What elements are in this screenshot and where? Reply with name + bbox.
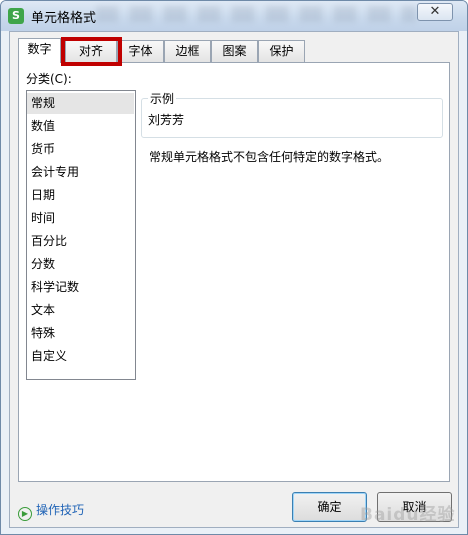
category-item[interactable]: 自定义 — [27, 346, 134, 367]
tab-font[interactable]: 字体 — [117, 40, 164, 62]
tab-alignment[interactable]: 对齐 — [65, 40, 117, 62]
help-tips-link[interactable]: ▶ 操作技巧 — [18, 501, 84, 521]
format-cells-dialog: S 单元格格式 ✕ 数字 对齐 字体 边框 图案 保护 分类(C): 常规 数值… — [0, 0, 468, 535]
tab-protection[interactable]: 保护 — [258, 40, 305, 62]
dialog-client-area: 数字 对齐 字体 边框 图案 保护 分类(C): 常规 数值 货币 会计专用 日… — [9, 31, 459, 528]
help-tips-label: 操作技巧 — [36, 503, 85, 517]
tab-border[interactable]: 边框 — [164, 40, 211, 62]
category-item[interactable]: 百分比 — [27, 231, 134, 252]
wps-spreadsheet-icon: S — [8, 8, 24, 24]
category-item[interactable]: 会计专用 — [27, 162, 134, 183]
dialog-title: 单元格格式 — [31, 11, 97, 26]
category-item[interactable]: 日期 — [27, 185, 134, 206]
category-item[interactable]: 常规 — [27, 93, 134, 114]
category-label: 分类(C): — [26, 72, 72, 86]
category-item[interactable]: 科学记数 — [27, 277, 134, 298]
tab-number[interactable]: 数字 — [18, 38, 61, 63]
category-item[interactable]: 分数 — [27, 254, 134, 275]
category-item[interactable]: 时间 — [27, 208, 134, 229]
play-circle-icon: ▶ — [18, 507, 32, 521]
baidu-watermark: Baidu经验 — [360, 505, 456, 525]
sample-group: 示例 刘芳芳 — [141, 90, 443, 138]
number-tab-panel: 分类(C): 常规 数值 货币 会计专用 日期 时间 百分比 分数 科学记数 文… — [18, 62, 450, 482]
category-item[interactable]: 文本 — [27, 300, 134, 321]
category-item[interactable]: 特殊 — [27, 323, 134, 344]
ok-button[interactable]: 确定 — [292, 492, 367, 522]
blurred-background-toolbar — [96, 6, 416, 22]
category-item[interactable]: 货币 — [27, 139, 134, 160]
tab-patterns[interactable]: 图案 — [211, 40, 258, 62]
title-bar[interactable]: S 单元格格式 ✕ — [1, 1, 467, 31]
sample-value: 刘芳芳 — [148, 113, 185, 127]
sample-title: 示例 — [148, 90, 177, 107]
category-item[interactable]: 数值 — [27, 116, 134, 137]
category-list[interactable]: 常规 数值 货币 会计专用 日期 时间 百分比 分数 科学记数 文本 特殊 自定… — [26, 90, 136, 380]
format-description: 常规单元格格式不包含任何特定的数字格式。 — [149, 150, 390, 164]
close-button[interactable]: ✕ — [417, 3, 453, 21]
